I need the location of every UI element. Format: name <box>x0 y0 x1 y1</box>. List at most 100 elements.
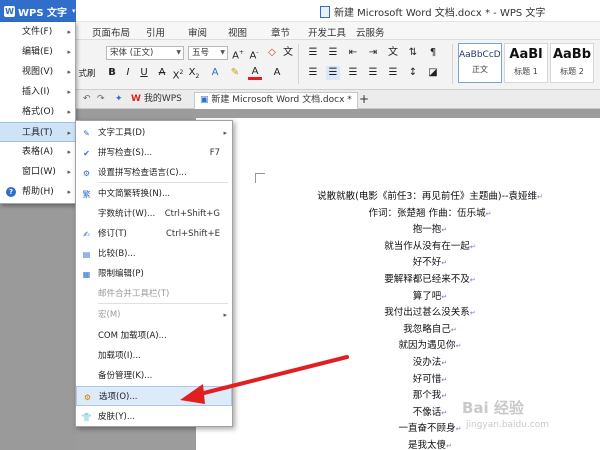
submenu-item[interactable]: ⚙ 设置拼写检查语言(C)... <box>76 163 232 183</box>
submenu-item[interactable]: COM 加载项(A)... <box>76 326 232 346</box>
submenu-item-label: 选项(O)... <box>99 392 138 402</box>
menu-item[interactable]: 表格(A) ▸ <box>0 142 76 162</box>
tab-current-document[interactable]: ▣ 新建 Microsoft Word 文档.docx * <box>194 92 358 109</box>
text-effect-icon[interactable]: A <box>208 66 222 80</box>
submenu-item-label: 宏(M) <box>98 310 121 320</box>
submenu-item[interactable]: 备份管理(K)... <box>76 366 232 386</box>
poem-line: 是我太傻↵ <box>310 438 550 450</box>
bold-icon[interactable]: B <box>106 66 118 80</box>
submenu-item[interactable]: 邮件合并工具栏(T) <box>76 284 232 304</box>
submenu-item[interactable]: ✎ 文字工具(D) ▸ <box>76 123 232 143</box>
decrease-indent-icon[interactable]: ⇤ <box>346 46 360 60</box>
submenu-item[interactable]: ▤ 比较(B)... <box>76 244 232 264</box>
show-marks-icon[interactable]: ¶ <box>426 46 440 60</box>
poem-line-text: 好不好 <box>412 257 442 269</box>
poem-line: 好可惜↵ <box>310 372 550 389</box>
paragraph-mark-icon: ↵ <box>441 358 448 367</box>
tab-chapter[interactable]: 章节 <box>271 25 290 39</box>
font-size-select[interactable]: 五号 ▼ <box>188 46 228 60</box>
chevron-right-icon: ▸ <box>223 129 227 137</box>
distribute-icon[interactable]: ☰ <box>386 66 400 80</box>
pinyin-guide-icon[interactable]: 文 <box>282 46 294 60</box>
menu-item[interactable]: 视图(V) ▸ <box>0 62 76 82</box>
tab-view[interactable]: 视图 <box>228 25 247 39</box>
restrict-edit-icon: ▦ <box>82 270 91 279</box>
quick-access-icon[interactable]: ✦ <box>110 92 128 109</box>
chevron-down-icon: ▼ <box>176 49 181 56</box>
style-heading-1[interactable]: AaBl 标题 1 <box>504 43 548 83</box>
numbered-list-icon[interactable]: ☰ <box>326 46 340 60</box>
paragraph-mark-icon: ↵ <box>450 325 457 334</box>
paragraph-mark-icon: ↵ <box>536 193 543 201</box>
tab-current-document-label: 新建 Microsoft Word 文档.docx * <box>211 95 352 105</box>
increase-indent-icon[interactable]: ⇥ <box>366 46 380 60</box>
submenu-item-label: 备份管理(K)... <box>98 371 153 381</box>
submenu-item-label: 皮肤(Y)... <box>98 412 135 422</box>
menu-item[interactable]: 工具(T) ▸ <box>0 122 76 142</box>
align-center-icon[interactable]: ☰ <box>326 66 340 80</box>
submenu-item[interactable]: 👕 皮肤(Y)... <box>76 407 232 427</box>
shading-icon[interactable]: ◪ <box>426 66 440 80</box>
font-color-icon[interactable]: A <box>248 66 262 80</box>
menu-item[interactable]: ? 帮助(H) ▸ <box>0 182 76 202</box>
menu-item-label: 格式(O) <box>22 107 55 117</box>
superscript-icon[interactable]: X2 <box>172 66 184 81</box>
style-name: 标题 1 <box>514 67 538 76</box>
menu-item[interactable]: 文件(F) ▸ <box>0 22 76 42</box>
redo-icon[interactable]: ↷ <box>92 92 110 109</box>
strikethrough-icon[interactable]: A <box>156 66 168 80</box>
tab-references[interactable]: 引用 <box>146 25 165 39</box>
paragraph-mark-icon: ↵ <box>469 309 476 318</box>
italic-icon[interactable]: I <box>122 66 134 80</box>
submenu-item[interactable]: ▦ 限制编辑(P) <box>76 264 232 284</box>
submenu-item[interactable]: ✔ 拼写检查(S)... F7 <box>76 143 232 163</box>
clear-format-icon[interactable]: ◇ <box>266 46 278 60</box>
paragraph-mark-icon: ↵ <box>455 342 462 351</box>
menu-item[interactable]: 编辑(E) ▸ <box>0 42 76 62</box>
bullet-list-icon[interactable]: ☰ <box>306 46 320 60</box>
submenu-item[interactable]: 宏(M) ▸ <box>76 305 232 325</box>
poem-line: 抱一抱↵ <box>310 222 550 239</box>
align-left-icon[interactable]: ☰ <box>306 66 320 80</box>
submenu-item[interactable]: ⚙ 选项(O)... <box>76 386 232 406</box>
poem-line-text: 一直奋不顾身 <box>398 423 456 435</box>
tab-cloud-service[interactable]: 云服务 <box>356 25 385 39</box>
submenu-item[interactable]: 繁中文简繁转换(N)... <box>76 184 232 204</box>
paragraph-mark-icon: ↵ <box>455 425 462 434</box>
highlight-icon[interactable]: ✎ <box>228 66 242 80</box>
tools-submenu: ✎ 文字工具(D) ▸ ✔ 拼写检查(S)... F7 ⚙ 设置拼写检查语言(C)... 繁中文… <box>75 120 233 427</box>
justify-icon[interactable]: ☰ <box>366 66 380 80</box>
line-spacing-icon[interactable]: ↕ <box>406 66 420 80</box>
char-border-icon[interactable]: A <box>270 66 284 80</box>
paragraph-mark-icon: ↵ <box>441 226 448 235</box>
menu-item[interactable]: 插入(I) ▸ <box>0 82 76 102</box>
style-normal[interactable]: AaBbCcDd 正文 <box>458 43 502 83</box>
style-heading-2[interactable]: AaBb 标题 2 <box>550 43 594 83</box>
shrink-font-icon[interactable]: A- <box>248 46 260 61</box>
chinese-layout-icon[interactable]: 文 <box>386 46 400 60</box>
subscript-icon[interactable]: X2 <box>188 66 200 80</box>
ribbon-toolbar: 式刷 宋体 (正文) ▼ 五号 ▼ A+ A- ◇ 文 B I U A X2 X2 … <box>76 40 600 90</box>
tab-developer-tools[interactable]: 开发工具 <box>308 25 346 39</box>
new-tab-button[interactable]: + <box>354 92 374 109</box>
shortcut-text: Ctrl+Shift+E <box>165 229 220 239</box>
submenu-item[interactable]: ✍ 修订(T) Ctrl+Shift+E <box>76 224 232 244</box>
paragraph-mark-icon: ↵ <box>446 441 452 450</box>
menu-item[interactable]: 窗口(W) ▸ <box>0 162 76 182</box>
chevron-right-icon: ▸ <box>67 108 71 116</box>
wps-app-button[interactable]: W WPS 文字 ▾ <box>0 0 76 22</box>
menu-item[interactable]: 格式(O) ▸ <box>0 102 76 122</box>
font-name-select[interactable]: 宋体 (正文) ▼ <box>106 46 184 60</box>
sort-icon[interactable]: ⇅ <box>406 46 420 60</box>
grow-font-icon[interactable]: A+ <box>232 46 244 61</box>
tab-page-layout[interactable]: 页面布局 <box>92 25 130 39</box>
tab-review[interactable]: 审阅 <box>188 25 207 39</box>
style-sample: AaBb <box>552 47 592 62</box>
align-right-icon[interactable]: ☰ <box>346 66 360 80</box>
tab-my-wps[interactable]: W 我的WPS <box>126 92 187 109</box>
submenu-item[interactable]: 加载项(I)... <box>76 346 232 366</box>
submenu-item-label: 设置拼写检查语言(C)... <box>98 168 187 178</box>
submenu-item[interactable]: 字数统计(W)... Ctrl+Shift+G <box>76 204 232 224</box>
format-painter-label[interactable]: 式刷 <box>76 67 98 81</box>
underline-icon[interactable]: U <box>138 66 150 80</box>
